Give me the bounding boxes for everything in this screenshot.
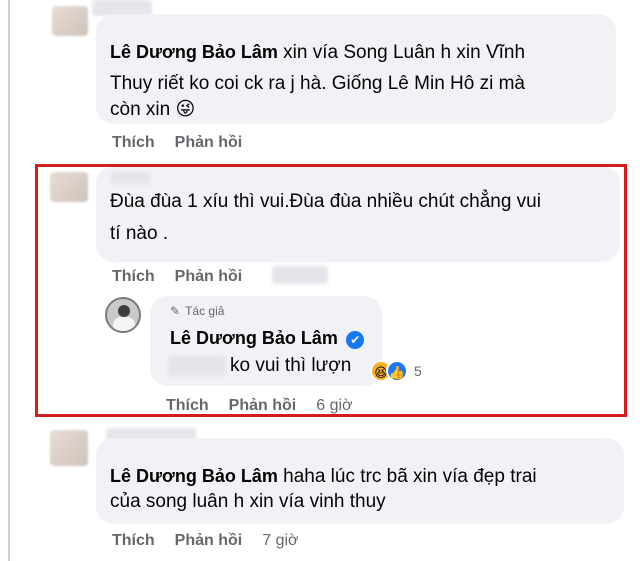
like-button[interactable]: Thích: [112, 134, 155, 152]
comment-actions: Thích Phản hồi: [112, 134, 242, 152]
comment-bubble: Lê Dương Bảo Lâm haha lúc trc bã xin vía…: [96, 438, 624, 524]
thread-line: [8, 0, 10, 561]
winking-tongue-emoji-icon: 😜: [175, 99, 196, 120]
comment-actions: Thích Phản hồi 7 giờ: [112, 532, 299, 550]
comment-text: của song luân h xin vía vinh thuy: [110, 491, 386, 512]
comment-text: xin vía Song Luân h xin Vĩnh: [283, 42, 526, 63]
comment-text: còn xin: [110, 99, 171, 120]
comment-text: haha lúc trc bã xin vía đẹp trai: [283, 466, 537, 487]
avatar[interactable]: [50, 430, 88, 466]
comment-time[interactable]: 7 giờ: [262, 532, 298, 550]
avatar[interactable]: [52, 6, 88, 36]
highlight-frame: [35, 164, 627, 417]
comment-bubble: Lê Dương Bảo Lâm xin vía Song Luân h xin…: [96, 14, 616, 124]
reply-button[interactable]: Phản hồi: [175, 532, 243, 550]
comment-author[interactable]: Lê Dương Bảo Lâm: [110, 466, 278, 486]
like-button[interactable]: Thích: [112, 532, 155, 550]
comment-author[interactable]: Lê Dương Bảo Lâm: [110, 42, 278, 62]
reply-button[interactable]: Phản hồi: [175, 134, 243, 152]
